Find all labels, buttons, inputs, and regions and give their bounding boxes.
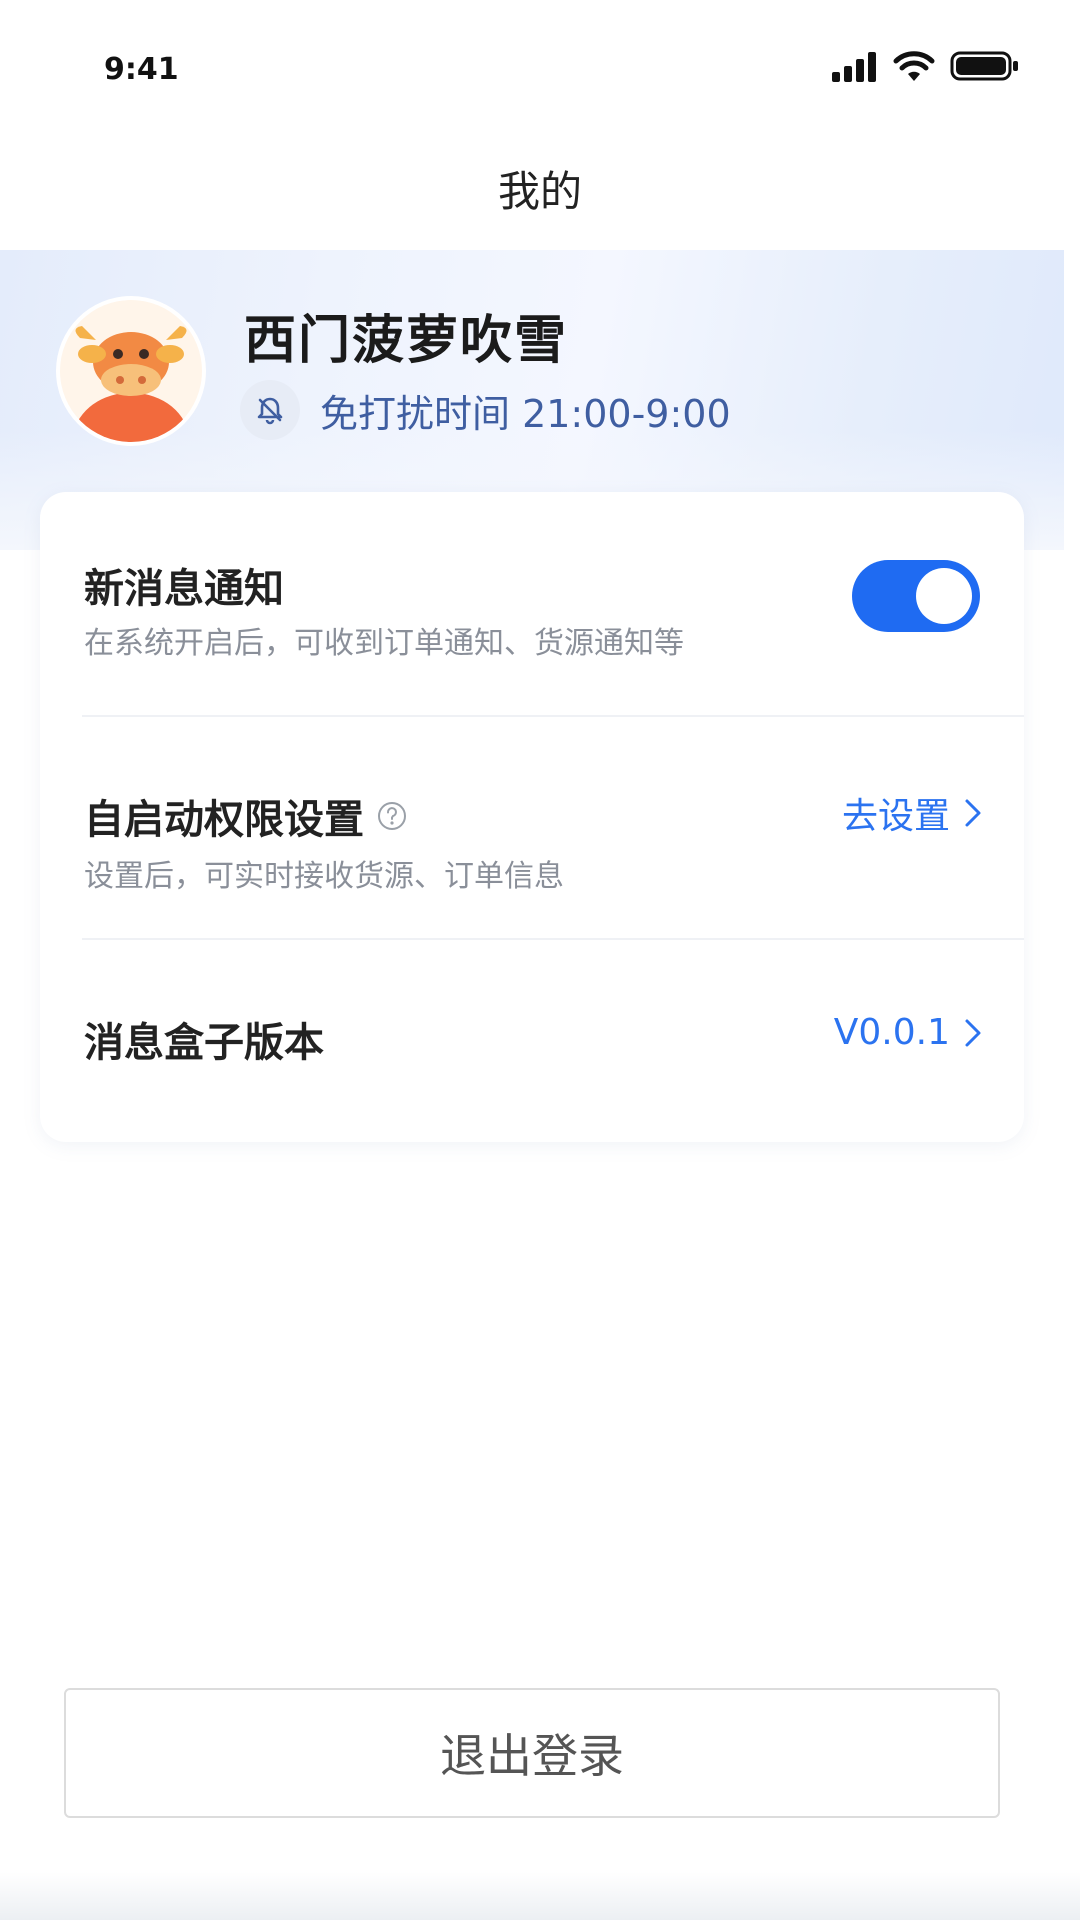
autostart-row[interactable]: 自启动权限设置 设置后，可实时接收货源、订单信息 去设置 xyxy=(40,717,1024,938)
bell-off-icon xyxy=(257,397,283,425)
dnd-icon-wrap xyxy=(240,380,300,440)
status-icons xyxy=(830,46,1020,86)
autostart-subtitle: 设置后，可实时接收货源、订单信息 xyxy=(84,859,564,894)
avatar[interactable] xyxy=(60,300,202,442)
version-row[interactable]: 消息盒子版本 V0.0.1 xyxy=(40,940,1024,1142)
help-icon[interactable] xyxy=(376,800,408,832)
status-time: 9:41 xyxy=(104,52,179,87)
cow-avatar-icon xyxy=(60,300,202,442)
signal-icon xyxy=(832,52,876,82)
chevron-right-icon xyxy=(965,799,981,827)
version-value: V0.0.1 xyxy=(833,1012,950,1053)
user-name: 西门菠萝吹雪 xyxy=(244,311,569,371)
battery-icon xyxy=(950,51,1018,81)
notify-row: 新消息通知 在系统开启后，可收到订单通知、货源通知等 xyxy=(40,492,1024,715)
wifi-icon xyxy=(893,51,935,81)
version-title: 消息盒子版本 xyxy=(84,1020,324,1066)
settings-card: 新消息通知 在系统开启后，可收到订单通知、货源通知等 自启动权限设置 设置后，可… xyxy=(40,492,1024,1142)
go-settings-link[interactable]: 去设置 xyxy=(842,787,982,839)
dnd-time-text: 免打扰时间 21:00-9:00 xyxy=(320,391,731,436)
logout-button[interactable]: 退出登录 xyxy=(64,1688,1000,1818)
go-settings-label: 去设置 xyxy=(841,796,950,837)
notify-subtitle: 在系统开启后，可收到订单通知、货源通知等 xyxy=(84,626,684,661)
notify-title: 新消息通知 xyxy=(84,566,284,612)
status-bar: 9:41 xyxy=(0,0,1080,140)
chevron-right-icon xyxy=(965,1019,981,1046)
dnd-time-row[interactable]: 免打扰时间 21:00-9:00 xyxy=(240,380,731,440)
version-link[interactable]: V0.0.1 xyxy=(834,1012,982,1053)
autostart-title-wrap: 自启动权限设置 xyxy=(84,787,408,845)
toggle-knob xyxy=(916,568,972,624)
page-title: 我的 xyxy=(497,167,582,216)
bottom-fade xyxy=(0,1872,1080,1920)
notify-toggle[interactable] xyxy=(852,560,980,632)
autostart-title: 自启动权限设置 xyxy=(84,797,364,843)
